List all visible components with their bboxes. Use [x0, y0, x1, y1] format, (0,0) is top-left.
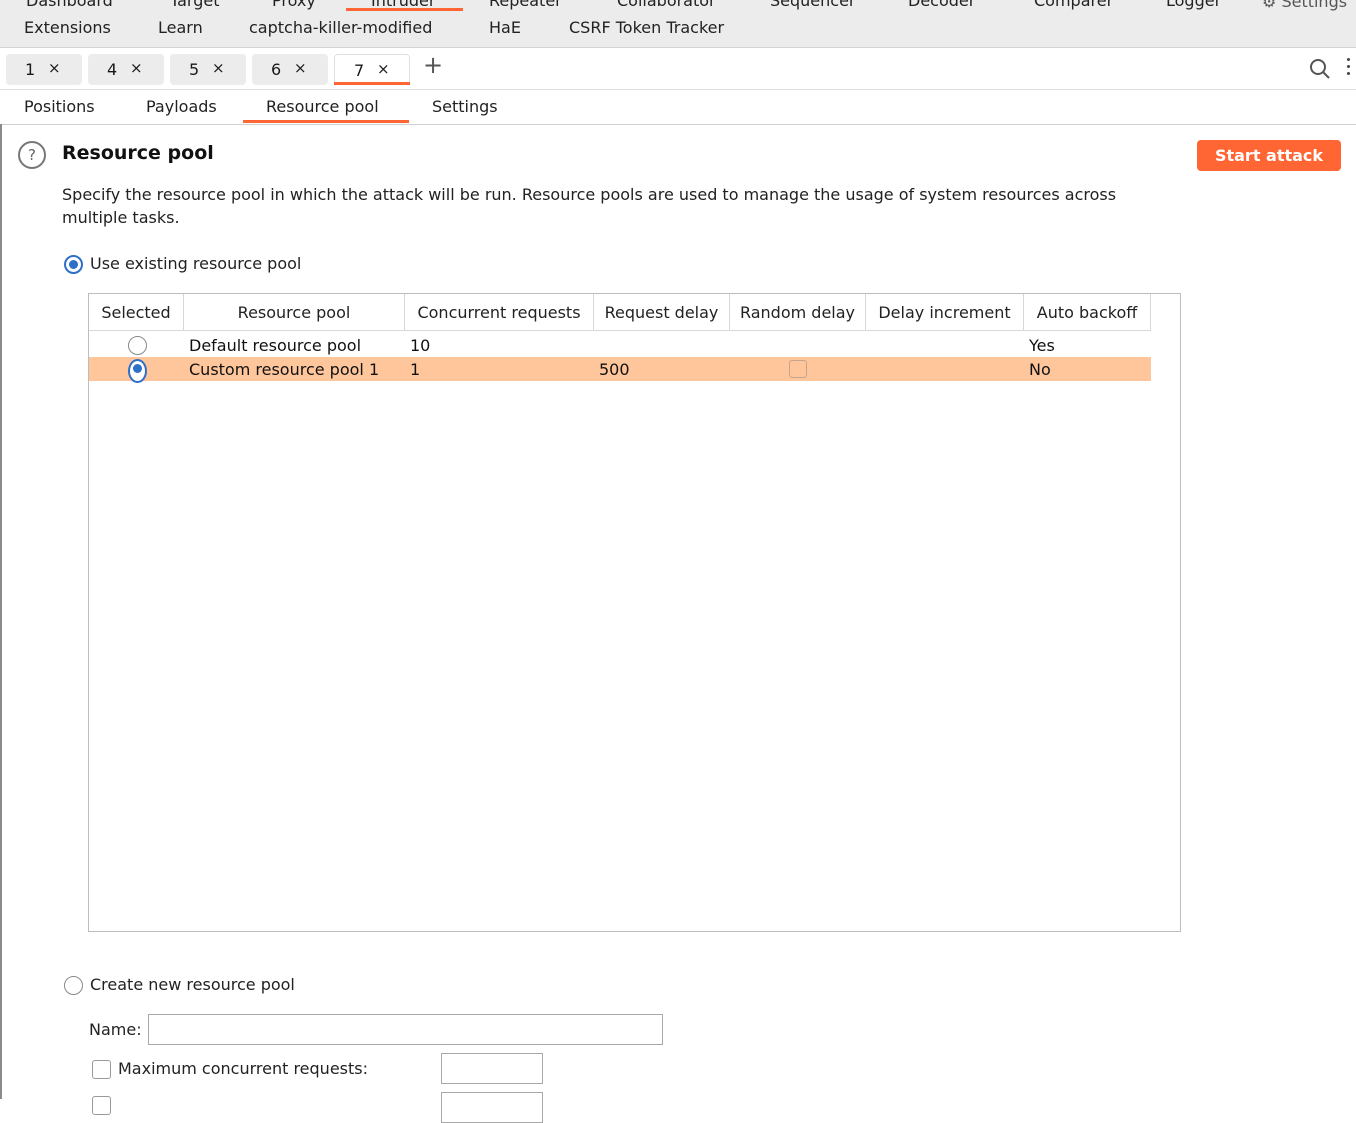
- menu-hae[interactable]: HaE: [489, 18, 521, 37]
- menu-extensions[interactable]: Extensions: [24, 18, 111, 37]
- menu-learn[interactable]: Learn: [158, 18, 203, 37]
- close-icon[interactable]: ×: [294, 59, 307, 77]
- attack-tab-6[interactable]: 6 ×: [252, 54, 328, 85]
- tab-number: 7: [354, 61, 365, 80]
- attack-tab-7[interactable]: 7 ×: [334, 54, 410, 85]
- close-icon[interactable]: ×: [130, 59, 143, 77]
- name-input[interactable]: [148, 1014, 663, 1045]
- table-row-selected[interactable]: Custom resource pool 1 1 500 No: [89, 357, 1151, 383]
- attack-tab-4[interactable]: 4 ×: [88, 54, 164, 85]
- tab-resource-pool[interactable]: Resource pool: [266, 97, 379, 116]
- max-concurrent-checkbox[interactable]: [92, 1060, 111, 1079]
- next-option-input[interactable]: [441, 1092, 543, 1123]
- max-concurrent-input[interactable]: [441, 1053, 543, 1084]
- pool-name: Custom resource pool 1: [189, 360, 380, 379]
- menu-repeater[interactable]: Repeater: [489, 0, 562, 10]
- name-label: Name:: [89, 1020, 142, 1039]
- left-border: [0, 124, 2, 1099]
- menu-comparer[interactable]: Comparer: [1034, 0, 1113, 10]
- resource-pool-table: Selected Resource pool Concurrent reques…: [88, 293, 1181, 932]
- column-header-delay-increment[interactable]: Delay increment: [866, 294, 1024, 330]
- settings-label: Settings: [1281, 0, 1348, 11]
- menu-proxy[interactable]: Proxy: [272, 0, 316, 10]
- column-header-concurrent[interactable]: Concurrent requests: [405, 294, 594, 330]
- menu-collaborator[interactable]: Collaborator: [617, 0, 716, 10]
- add-tab-icon[interactable]: +: [423, 51, 443, 79]
- page-title: Resource pool: [62, 142, 214, 164]
- menu-captcha-killer[interactable]: captcha-killer-modified: [249, 18, 432, 37]
- random-delay-checkbox: [789, 360, 807, 378]
- help-icon[interactable]: ?: [18, 141, 46, 169]
- pool-backoff: Yes: [1029, 336, 1055, 355]
- attack-tab-1[interactable]: 1 ×: [6, 54, 82, 85]
- attack-tab-5[interactable]: 5 ×: [170, 54, 246, 85]
- column-header-selected[interactable]: Selected: [89, 294, 184, 330]
- tab-number: 1: [25, 60, 36, 79]
- intruder-sub-tabs: Positions Payloads Resource pool Setting…: [0, 90, 1356, 125]
- search-icon[interactable]: [1309, 58, 1331, 84]
- pool-backoff: No: [1029, 360, 1051, 379]
- menu-intruder-indicator: [346, 8, 463, 11]
- column-header-random-delay[interactable]: Random delay: [730, 294, 866, 330]
- top-menu-bar: Dashboard Target Proxy Intruder Repeater…: [0, 0, 1356, 48]
- use-existing-radio[interactable]: [64, 255, 83, 274]
- column-header-auto-backoff[interactable]: Auto backoff: [1024, 294, 1151, 330]
- pool-name: Default resource pool: [189, 336, 362, 355]
- column-header-request-delay[interactable]: Request delay: [594, 294, 730, 330]
- more-options-icon[interactable]: [1347, 58, 1351, 79]
- use-existing-label: Use existing resource pool: [90, 254, 302, 273]
- column-header-resource-pool[interactable]: Resource pool: [184, 294, 405, 330]
- settings-menu[interactable]: ⚙ Settings: [1262, 0, 1347, 11]
- start-attack-button[interactable]: Start attack: [1197, 140, 1341, 171]
- menu-target[interactable]: Target: [170, 0, 220, 10]
- row-select-radio[interactable]: [128, 336, 147, 355]
- tab-positions[interactable]: Positions: [24, 97, 95, 116]
- active-tab-indicator: [334, 82, 410, 85]
- section-description: Specify the resource pool in which the a…: [62, 185, 1117, 227]
- tab-number: 5: [189, 60, 200, 79]
- menu-sequencer[interactable]: Sequencer: [770, 0, 856, 10]
- pool-concurrent: 1: [410, 360, 421, 379]
- row-select-radio[interactable]: [128, 359, 147, 383]
- tab-number: 4: [107, 60, 118, 79]
- tab-settings[interactable]: Settings: [432, 97, 498, 116]
- pool-delay: 500: [599, 360, 630, 379]
- table-row[interactable]: Default resource pool 10 Yes: [89, 333, 1151, 357]
- active-subtab-indicator: [243, 120, 409, 123]
- tab-payloads[interactable]: Payloads: [146, 97, 217, 116]
- pool-concurrent: 10: [410, 336, 431, 355]
- menu-logger[interactable]: Logger: [1166, 0, 1221, 10]
- close-icon[interactable]: ×: [48, 59, 61, 77]
- intruder-tabs-row: 1 × 4 × 5 × 6 × 7 × +: [0, 48, 1356, 90]
- menu-dashboard[interactable]: Dashboard: [26, 0, 113, 10]
- close-icon[interactable]: ×: [212, 59, 225, 77]
- max-concurrent-label: Maximum concurrent requests:: [118, 1059, 368, 1078]
- tab-number: 6: [271, 60, 282, 79]
- gear-icon: ⚙: [1262, 0, 1277, 11]
- create-new-radio[interactable]: [64, 976, 83, 995]
- create-new-label: Create new resource pool: [90, 975, 295, 994]
- menu-csrf-token-tracker[interactable]: CSRF Token Tracker: [569, 18, 724, 37]
- close-icon[interactable]: ×: [377, 60, 390, 78]
- menu-decoder[interactable]: Decoder: [908, 0, 975, 10]
- table-header: Selected Resource pool Concurrent reques…: [89, 294, 1151, 331]
